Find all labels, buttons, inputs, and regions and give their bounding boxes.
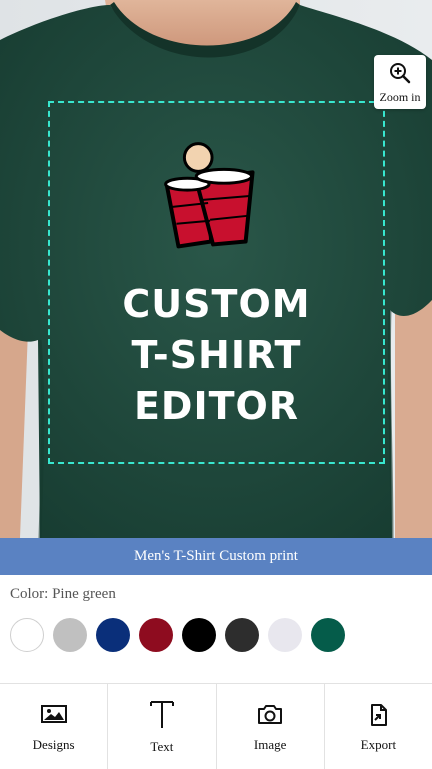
text-button[interactable]: Text — [108, 684, 217, 769]
product-title-bar: Men's T-Shirt Custom print — [0, 538, 432, 575]
image-button[interactable]: Image — [217, 684, 325, 769]
color-swatch-black[interactable] — [182, 618, 216, 652]
red-cups-icon — [164, 167, 255, 249]
text-icon — [108, 698, 215, 728]
design-text-line-1[interactable]: CUSTOM — [50, 279, 383, 330]
image-icon — [0, 702, 107, 730]
designs-button[interactable]: Designs — [0, 684, 109, 769]
color-swatch-white[interactable] — [10, 618, 44, 652]
text-label: Text — [150, 739, 174, 754]
color-swatches — [10, 618, 345, 654]
camera-icon — [217, 702, 324, 730]
export-button[interactable]: Export — [325, 684, 432, 769]
design-text-line-2[interactable]: T-SHIRT — [50, 330, 383, 381]
color-label: Color: Pine green — [10, 586, 116, 602]
designs-label: Designs — [32, 737, 75, 752]
print-area[interactable]: CUSTOM T-SHIRT EDITOR — [48, 101, 385, 464]
color-swatch-red[interactable] — [139, 618, 173, 652]
color-swatch-light-gray[interactable] — [268, 618, 302, 652]
color-swatch-charcoal[interactable] — [225, 618, 259, 652]
zoom-in-icon — [390, 63, 411, 84]
design-text-line-3[interactable]: EDITOR — [50, 381, 383, 432]
product-preview: CUSTOM T-SHIRT EDITOR Zoom in — [0, 0, 432, 538]
color-swatch-pine-green[interactable] — [311, 618, 345, 652]
export-icon — [325, 702, 432, 730]
zoom-in-label: Zoom in — [379, 90, 421, 104]
export-label: Export — [360, 737, 397, 752]
color-picker-section: Color: Pine green — [0, 575, 432, 683]
tshirt-editor-app: CUSTOM T-SHIRT EDITOR Zoom in Men's T-Sh… — [0, 0, 432, 769]
zoom-in-button[interactable]: Zoom in — [374, 55, 426, 109]
image-label: Image — [253, 737, 287, 752]
color-swatch-gray[interactable] — [53, 618, 87, 652]
bottom-toolbar: Designs Text Image Export — [0, 683, 432, 769]
color-swatch-navy[interactable] — [96, 618, 130, 652]
